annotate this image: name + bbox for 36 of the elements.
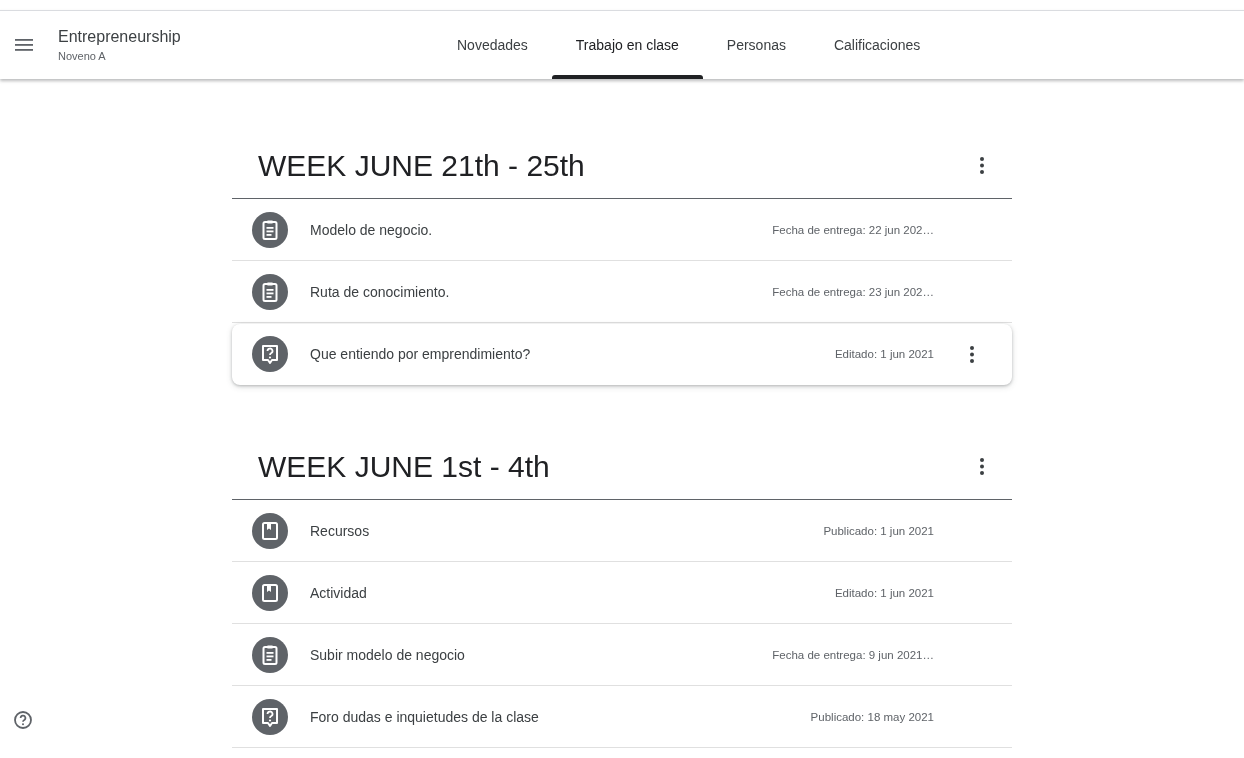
topic-title: WEEK JUNE 1st - 4th xyxy=(258,449,550,485)
tab[interactable]: Calificaciones xyxy=(809,11,945,79)
item-title: Actividad xyxy=(310,584,368,601)
topic-title: WEEK JUNE 21th - 25th xyxy=(258,148,585,184)
more-icon xyxy=(970,345,974,363)
tab[interactable]: Personas xyxy=(702,11,810,79)
item-date: Fecha de entrega: 22 jun 202… xyxy=(772,223,934,236)
item-title: Recursos xyxy=(310,522,371,539)
clipboard-icon xyxy=(252,273,288,310)
item-date: Publicado: 18 may 2021 xyxy=(810,710,934,723)
item-date: Editado: 1 jun 2021 xyxy=(834,348,934,360)
item-date: Publicado: 1 jun 2021 xyxy=(823,524,934,537)
tab[interactable]: Trabajo en clase xyxy=(551,11,703,79)
item-date: Fecha de entrega: 23 jun 202… xyxy=(772,285,934,298)
question-icon xyxy=(252,336,288,372)
more-icon xyxy=(980,458,984,475)
item-title: Que entiendo por emprendimiento? xyxy=(310,346,532,362)
item-date: Fecha de entrega: 9 jun 2021… xyxy=(772,648,934,661)
class-section: Noveno A xyxy=(58,50,181,62)
bookmark-icon xyxy=(252,574,288,611)
help-button[interactable] xyxy=(12,710,34,732)
item-date: Editado: 1 jun 2021 xyxy=(834,586,934,599)
clipboard-icon xyxy=(252,636,288,673)
item-title: Ruta de conocimiento. xyxy=(310,283,451,300)
item-title: Subir modelo de negocio xyxy=(310,646,466,663)
menu-icon xyxy=(15,39,33,51)
question-icon xyxy=(252,698,288,735)
bookmark-icon xyxy=(252,512,288,549)
classwork-card[interactable]: Que entiendo por emprendimiento? Editado: 1 jun 2021 xyxy=(232,324,1012,385)
more-icon xyxy=(980,157,984,174)
item-title: Modelo de negocio. xyxy=(310,221,434,238)
clipboard-icon xyxy=(252,211,288,248)
item-title: Foro dudas e inquietudes de la clase xyxy=(310,708,540,725)
tab[interactable]: Novedades xyxy=(433,11,552,79)
class-title[interactable]: Entrepreneurship xyxy=(58,28,181,46)
help-icon xyxy=(13,710,33,730)
